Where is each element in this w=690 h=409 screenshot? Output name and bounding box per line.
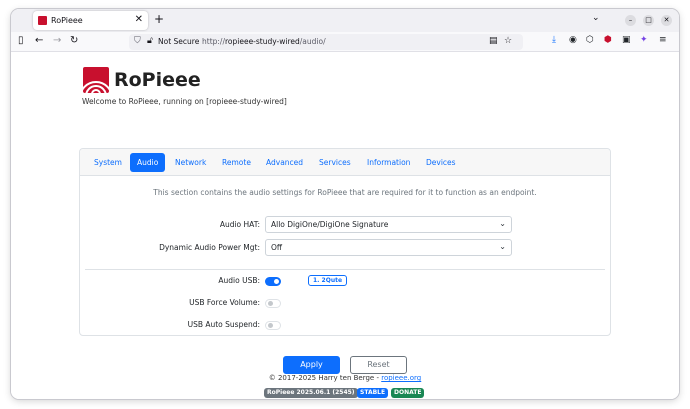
footer-copyright: © 2017-2025 Harry ten Berge - ropieee.or… xyxy=(11,374,679,382)
tab-advanced[interactable]: Advanced xyxy=(259,153,310,172)
browser-tab-ropieee[interactable]: RoPieee ✕ xyxy=(33,11,148,30)
section-description: This section contains the audio settings… xyxy=(153,188,537,197)
tab-information[interactable]: Information xyxy=(360,153,417,172)
extension-shield-icon[interactable]: ⬡ xyxy=(586,35,594,45)
list-all-tabs-icon[interactable]: ⌄ xyxy=(592,13,600,23)
copyright-text: © 2017-2025 Harry ten Berge - xyxy=(268,374,382,382)
not-secure-label: Not Secure xyxy=(158,37,200,46)
tab-services[interactable]: Services xyxy=(312,153,358,172)
reader-view-icon[interactable]: ▤ xyxy=(489,36,498,46)
audio-usb-label: Audio USB: xyxy=(218,276,260,285)
chevron-down-icon: ⌄ xyxy=(499,242,506,251)
bookmark-star-icon[interactable]: ☆ xyxy=(504,36,512,46)
power-mgt-select[interactable]: Off ⌄ xyxy=(265,239,512,256)
usb-force-volume-label: USB Force Volume: xyxy=(189,298,260,307)
usb-device-badge: 1. 2Qute xyxy=(308,275,348,286)
audio-hat-label: Audio HAT: xyxy=(219,220,260,229)
insecure-lock-icon[interactable]: 🔓︎ xyxy=(147,36,153,46)
brand-title: RoPieee xyxy=(114,69,201,91)
page-content: RoPieee Welcome to RoPieee, running on [… xyxy=(11,53,679,399)
shield-icon[interactable]: ⛉ xyxy=(134,36,141,46)
browser-window: RoPieee ✕ + ⌄ – □ ✕ ▯ ← → ↻ ⛉ 🔓︎ Not Sec… xyxy=(11,9,679,399)
divider xyxy=(85,269,605,270)
audio-hat-select[interactable]: Allo DigiOne/DigiOne Signature ⌄ xyxy=(265,216,512,233)
sidebar-icon[interactable]: ▯ xyxy=(18,35,24,46)
donate-badge[interactable]: DONATE xyxy=(391,388,425,398)
chevron-down-icon: ⌄ xyxy=(499,219,506,228)
ropieee-link[interactable]: ropieee.org xyxy=(381,374,421,382)
close-window-button[interactable]: ✕ xyxy=(661,15,672,26)
reload-icon[interactable]: ↻ xyxy=(70,35,78,46)
menu-icon[interactable]: ≡ xyxy=(659,35,667,45)
maximize-button[interactable]: □ xyxy=(643,15,654,26)
apply-button[interactable]: Apply xyxy=(283,356,340,374)
close-tab-icon[interactable]: ✕ xyxy=(135,14,143,25)
extension-box-icon[interactable]: ▣ xyxy=(622,35,631,45)
forward-icon[interactable]: → xyxy=(53,35,61,46)
usb-auto-suspend-label: USB Auto Suspend: xyxy=(187,320,260,329)
tab-title: RoPieee xyxy=(51,16,83,25)
reset-button[interactable]: Reset xyxy=(350,356,407,374)
version-badge: RoPieee 2025.06.1 (2545) xyxy=(264,388,358,398)
settings-tabs: System Audio Network Remote Advanced Ser… xyxy=(80,149,610,176)
audio-usb-toggle[interactable] xyxy=(265,277,281,286)
ublock-icon[interactable]: ⬢ xyxy=(604,35,612,45)
tab-strip: RoPieee ✕ + ⌄ – □ ✕ xyxy=(11,9,679,32)
url-text[interactable]: http://ropieee-study-wired/audio/ xyxy=(202,37,326,46)
stable-badge: STABLE xyxy=(357,388,389,398)
tab-devices[interactable]: Devices xyxy=(419,153,463,172)
navigation-toolbar: ▯ ← → ↻ ⛉ 🔓︎ Not Secure http://ropieee-s… xyxy=(11,32,679,52)
back-icon[interactable]: ← xyxy=(35,35,43,46)
tab-system[interactable]: System xyxy=(87,153,129,172)
audio-hat-value: Allo DigiOne/DigiOne Signature xyxy=(271,220,389,229)
settings-card: System Audio Network Remote Advanced Ser… xyxy=(79,148,611,336)
account-icon[interactable]: ◉ xyxy=(569,35,577,45)
tab-audio[interactable]: Audio xyxy=(130,153,166,172)
usb-force-volume-toggle[interactable] xyxy=(265,299,281,308)
ropieee-logo-icon xyxy=(83,67,109,93)
new-tab-button[interactable]: + xyxy=(154,12,164,26)
tab-remote[interactable]: Remote xyxy=(215,153,258,172)
minimize-button[interactable]: – xyxy=(625,15,636,26)
power-mgt-value: Off xyxy=(271,243,283,252)
extension-puzzle-icon[interactable]: ✦ xyxy=(640,35,648,45)
ropieee-favicon-icon xyxy=(38,16,47,25)
tab-network[interactable]: Network xyxy=(168,153,213,172)
usb-auto-suspend-toggle[interactable] xyxy=(265,321,281,330)
power-mgt-label: Dynamic Audio Power Mgt: xyxy=(159,243,260,252)
url-bar[interactable]: ⛉ 🔓︎ Not Secure http://ropieee-study-wir… xyxy=(129,34,523,50)
welcome-text: Welcome to RoPieee, running on [ropieee-… xyxy=(82,97,287,106)
download-icon[interactable]: ⤓ xyxy=(552,35,556,45)
